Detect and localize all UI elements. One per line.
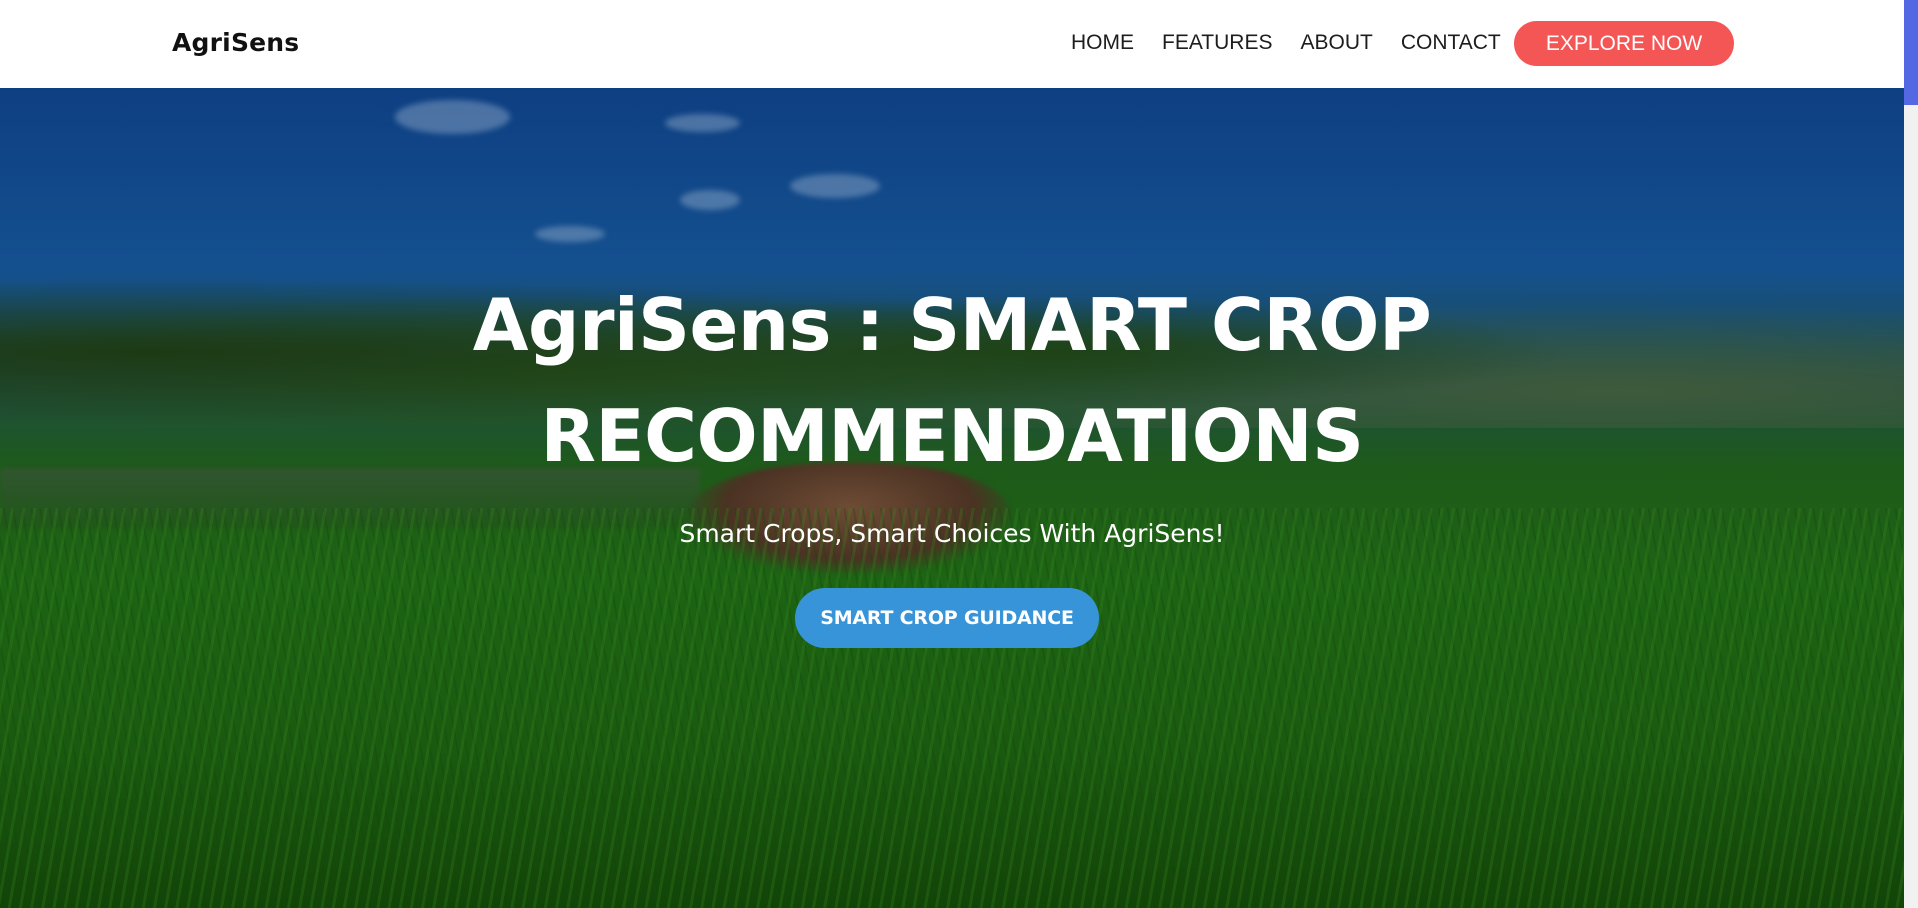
hero-tagline: Smart Crops, Smart Choices With AgriSens… (679, 519, 1225, 548)
brand-logo[interactable]: AgriSens (172, 28, 299, 57)
cloud-shape (680, 190, 740, 210)
nav-contact-link[interactable]: CONTACT (1401, 31, 1501, 55)
nav-about-link[interactable]: ABOUT (1300, 31, 1372, 55)
hero-title: AgriSens : SMART CROP RECOMMENDATIONS (0, 270, 1904, 492)
scrollbar-track[interactable] (1904, 0, 1918, 908)
cloud-shape (665, 114, 740, 132)
scrollbar-thumb[interactable] (1904, 0, 1918, 105)
navbar: AgriSens HOME FEATURES ABOUT CONTACT EXP… (0, 0, 1904, 88)
hero-section: AgriSens : SMART CROP RECOMMENDATIONS Sm… (0, 88, 1904, 908)
nav-home-link[interactable]: HOME (1071, 31, 1134, 55)
hero-title-line2: RECOMMENDATIONS (540, 394, 1364, 478)
grass-field (0, 508, 1904, 908)
explore-now-button[interactable]: EXPLORE NOW (1514, 21, 1734, 66)
nav-features-link[interactable]: FEATURES (1162, 31, 1272, 55)
hero-title-line1: AgriSens : SMART CROP (472, 283, 1432, 367)
nav-menu: HOME FEATURES ABOUT CONTACT (1071, 31, 1529, 55)
smart-crop-guidance-button[interactable]: SMART CROP GUIDANCE (795, 588, 1099, 648)
cloud-shape (790, 174, 880, 198)
cloud-shape (395, 100, 510, 134)
